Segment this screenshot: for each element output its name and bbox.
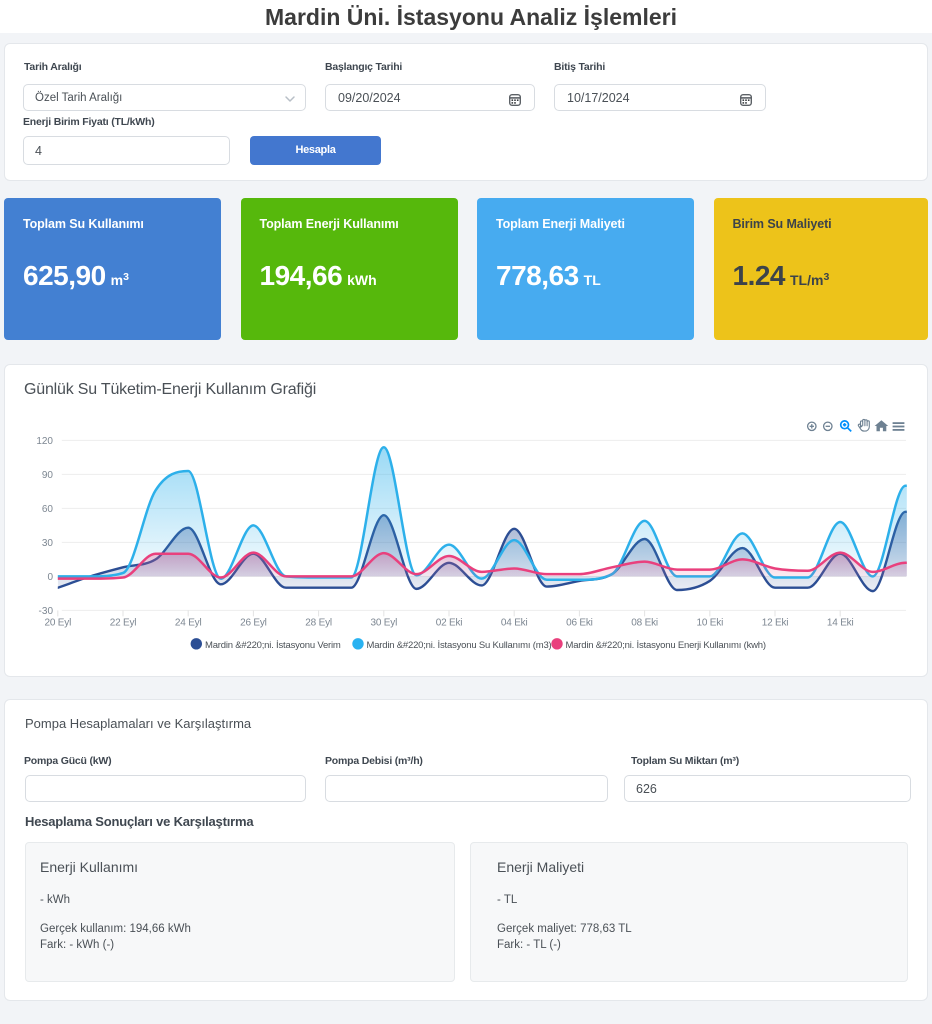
svg-text:22 Eyl: 22 Eyl [110,618,137,629]
svg-text:30 Eyl: 30 Eyl [371,618,398,629]
svg-text:06 Eki: 06 Eki [566,618,593,629]
svg-text:-30: -30 [39,606,54,617]
svg-text:12 Eki: 12 Eki [762,618,789,629]
svg-text:04 Eki: 04 Eki [501,618,528,629]
svg-text:10 Eki: 10 Eki [697,618,724,629]
svg-text:26 Eyl: 26 Eyl [240,618,267,629]
svg-text:02 Eki: 02 Eki [436,618,463,629]
svg-text:30: 30 [42,538,54,549]
svg-text:08 Eki: 08 Eki [631,618,658,629]
svg-text:20 Eyl: 20 Eyl [45,618,72,629]
svg-text:90: 90 [42,470,54,481]
svg-text:14 Eki: 14 Eki [827,618,854,629]
svg-text:24 Eyl: 24 Eyl [175,618,202,629]
svg-text:Mardin &#220;ni. İstasyonu Ver: Mardin &#220;ni. İstasyonu Verim [205,640,341,651]
svg-text:Mardin &#220;ni. İstasyonu Su: Mardin &#220;ni. İstasyonu Su Kullanımı … [367,640,552,651]
svg-text:Mardin &#220;ni. İstasyonu Ene: Mardin &#220;ni. İstasyonu Enerji Kullan… [566,640,766,651]
svg-text:28 Eyl: 28 Eyl [305,618,332,629]
svg-text:60: 60 [42,504,54,515]
svg-text:0: 0 [47,572,53,583]
svg-text:120: 120 [36,436,53,447]
